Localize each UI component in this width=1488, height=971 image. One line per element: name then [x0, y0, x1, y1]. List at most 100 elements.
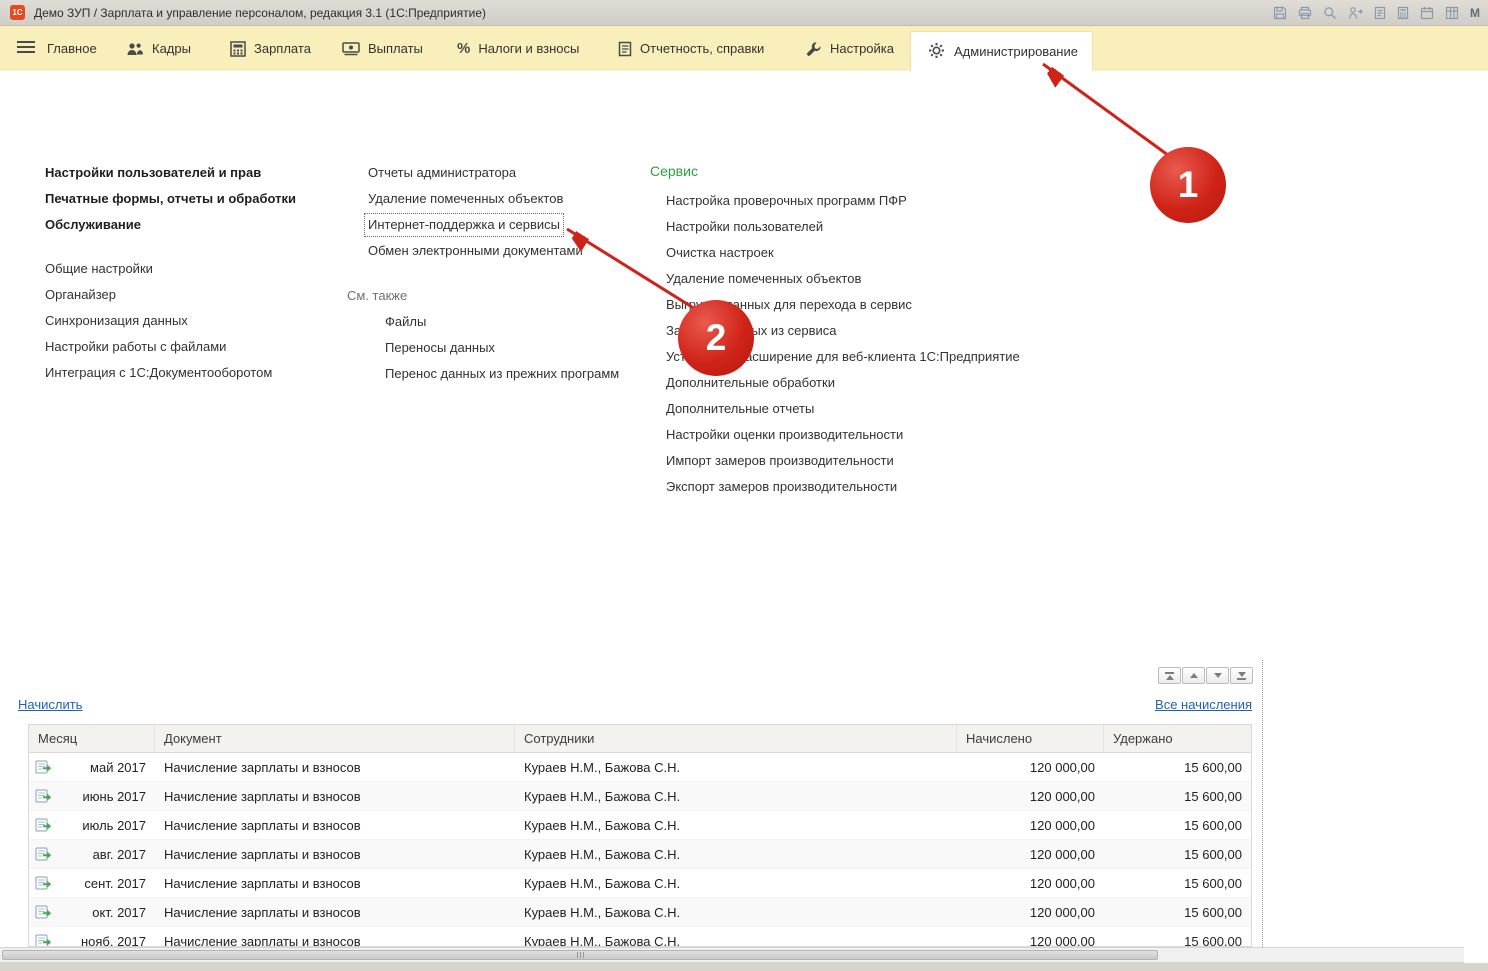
menu-item-performance-export[interactable]: Экспорт замеров производительности — [666, 474, 1020, 500]
cell-withheld: 15 600,00 — [1104, 840, 1251, 868]
cell-document: Начисление зарплаты и взносов — [155, 869, 515, 897]
menu-item-pfr-check-programs[interactable]: Настройка проверочных программ ПФР — [666, 188, 1020, 214]
menu-item-file-settings[interactable]: Настройки работы с файлами — [45, 334, 296, 360]
form-splitter[interactable] — [1262, 660, 1263, 947]
tab-vyplaty[interactable]: Выплаты — [342, 26, 423, 71]
table-row[interactable]: июль 2017 Начисление зарплаты и взносов … — [29, 811, 1251, 840]
menu-item-organizer[interactable]: Органайзер — [45, 282, 296, 308]
all-accruals-link[interactable]: Все начисления — [1155, 697, 1252, 712]
1c-logo-icon: 1С — [10, 5, 25, 20]
gear-icon — [928, 42, 945, 62]
tab-glavnoe[interactable]: Главное — [47, 26, 97, 71]
tab-nalogi[interactable]: % Налоги и взносы — [457, 26, 579, 71]
table-row[interactable]: июнь 2017 Начисление зарплаты и взносов … — [29, 782, 1251, 811]
calculator-icon[interactable] — [1397, 6, 1409, 20]
cell-withheld: 15 600,00 — [1104, 927, 1251, 947]
move-to-bottom-button[interactable] — [1230, 667, 1253, 684]
print-icon[interactable] — [1298, 6, 1312, 20]
menu-item-data-sync[interactable]: Синхронизация данных — [45, 308, 296, 334]
move-down-button[interactable] — [1206, 667, 1229, 684]
cell-accrued: 120 000,00 — [957, 898, 1104, 926]
table-row[interactable]: окт. 2017 Начисление зарплаты и взносов … — [29, 898, 1251, 927]
menu-item-1c-document-flow[interactable]: Интеграция с 1С:Документооборотом — [45, 360, 296, 386]
menu-item-user-settings[interactable]: Настройки пользователей — [666, 214, 1020, 240]
table-row[interactable]: нояб. 2017 Начисление зарплаты и взносов… — [29, 927, 1251, 947]
menu-item-delete-marked-objects[interactable]: Удаление помеченных объектов — [368, 186, 619, 212]
menu-item-additional-reports[interactable]: Дополнительные отчеты — [666, 396, 1020, 422]
cell-document: Начисление зарплаты и взносов — [155, 811, 515, 839]
cell-employees: Кураев Н.М., Бажова С.Н. — [515, 782, 957, 810]
menu-item-additional-processings[interactable]: Дополнительные обработки — [666, 370, 1020, 396]
cell-month: нояб. 2017 — [81, 934, 146, 948]
cell-document: Начисление зарплаты и взносов — [155, 840, 515, 868]
cell-month: авг. 2017 — [93, 847, 146, 862]
cell-accrued: 120 000,00 — [957, 927, 1104, 947]
accruals-table: Месяц Документ Сотрудники Начислено Удер… — [28, 724, 1252, 947]
menu-item-performance-settings[interactable]: Настройки оценки производительности — [666, 422, 1020, 448]
tab-otchetnost[interactable]: Отчетность, справки — [618, 26, 764, 71]
move-to-top-button[interactable] — [1158, 667, 1181, 684]
column-header-month[interactable]: Месяц — [29, 725, 155, 752]
table-row[interactable]: авг. 2017 Начисление зарплаты и взносов … — [29, 840, 1251, 869]
cell-withheld: 15 600,00 — [1104, 898, 1251, 926]
status-strip — [0, 963, 1488, 971]
menu-item-print-forms-reports[interactable]: Печатные формы, отчеты и обработки — [45, 186, 296, 212]
document-posted-icon — [35, 934, 52, 947]
menu-item-edi-exchange[interactable]: Обмен электронными документами — [368, 238, 619, 264]
cell-month: сент. 2017 — [84, 876, 146, 891]
menu-item-users-and-rights[interactable]: Настройки пользователей и прав — [45, 160, 296, 186]
horizontal-scrollbar[interactable] — [0, 947, 1464, 963]
hamburger-icon[interactable] — [17, 41, 35, 53]
share-icon[interactable] — [1348, 6, 1363, 20]
menu-item-import-from-service[interactable]: Загрузка данных из сервиса — [666, 318, 1020, 344]
menu-item-admin-reports[interactable]: Отчеты администратора — [368, 160, 619, 186]
see-also-header: См. также — [347, 283, 619, 309]
document-posted-icon — [35, 847, 52, 861]
people-icon — [126, 41, 144, 57]
menu-item-general-settings[interactable]: Общие настройки — [45, 256, 296, 282]
save-icon[interactable] — [1273, 6, 1287, 20]
cell-document: Начисление зарплаты и взносов — [155, 782, 515, 810]
calendar-icon[interactable] — [1420, 6, 1434, 20]
scrollbar-thumb[interactable] — [2, 950, 1158, 960]
move-up-button[interactable] — [1182, 667, 1205, 684]
column-header-document[interactable]: Документ — [155, 725, 515, 752]
cell-employees: Кураев Н.М., Бажова С.Н. — [515, 753, 957, 781]
titlebar-toolbar: M — [1273, 6, 1482, 20]
document-posted-icon — [35, 760, 52, 774]
list-reorder-buttons — [1158, 667, 1253, 684]
document-posted-icon — [35, 905, 52, 919]
column-header-employees[interactable]: Сотрудники — [515, 725, 957, 752]
menu-item-internet-support[interactable]: Интернет-поддержка и сервисы — [364, 213, 564, 237]
accrue-link[interactable]: Начислить — [18, 697, 82, 712]
cell-employees: Кураев Н.М., Бажова С.Н. — [515, 927, 957, 947]
menu-item-web-client-extension[interactable]: Установить расширение для веб-клиента 1С… — [666, 344, 1020, 370]
tab-label: Кадры — [152, 41, 191, 56]
menu-item-transfer-from-previous[interactable]: Перенос данных из прежних программ — [385, 361, 619, 387]
menu-item-maintenance[interactable]: Обслуживание — [45, 212, 296, 238]
cell-withheld: 15 600,00 — [1104, 753, 1251, 781]
tab-nastroyka[interactable]: Настройка — [806, 26, 894, 71]
tab-kadry[interactable]: Кадры — [126, 26, 191, 71]
menu-item-data-transfers[interactable]: Переносы данных — [385, 335, 619, 361]
menu-item-files[interactable]: Файлы — [385, 309, 619, 335]
table-icon[interactable] — [1445, 6, 1459, 20]
table-header-row: Месяц Документ Сотрудники Начислено Удер… — [29, 725, 1251, 753]
payments-icon — [342, 41, 360, 56]
menu-item-clear-settings[interactable]: Очистка настроек — [666, 240, 1020, 266]
column-header-withheld[interactable]: Удержано — [1104, 725, 1251, 752]
admin-tools-column: Отчеты администратора Удаление помеченны… — [368, 160, 619, 387]
search-icon[interactable] — [1323, 6, 1337, 20]
menu-item-delete-marked-objects-service[interactable]: Удаление помеченных объектов — [666, 266, 1020, 292]
menu-item-export-to-service[interactable]: Выгрузка данных для перехода в сервис — [666, 292, 1020, 318]
tab-zarplata[interactable]: Зарплата — [230, 26, 311, 71]
tab-label: Выплаты — [368, 41, 423, 56]
tab-administrirovanie[interactable]: Администрирование — [910, 31, 1093, 71]
table-row[interactable]: май 2017 Начисление зарплаты и взносов К… — [29, 753, 1251, 782]
cell-withheld: 15 600,00 — [1104, 782, 1251, 810]
table-row[interactable]: сент. 2017 Начисление зарплаты и взносов… — [29, 869, 1251, 898]
report-icon[interactable] — [1374, 6, 1386, 20]
column-header-accrued[interactable]: Начислено — [957, 725, 1104, 752]
user-initial-label[interactable]: M — [1470, 6, 1482, 20]
menu-item-performance-import[interactable]: Импорт замеров производительности — [666, 448, 1020, 474]
